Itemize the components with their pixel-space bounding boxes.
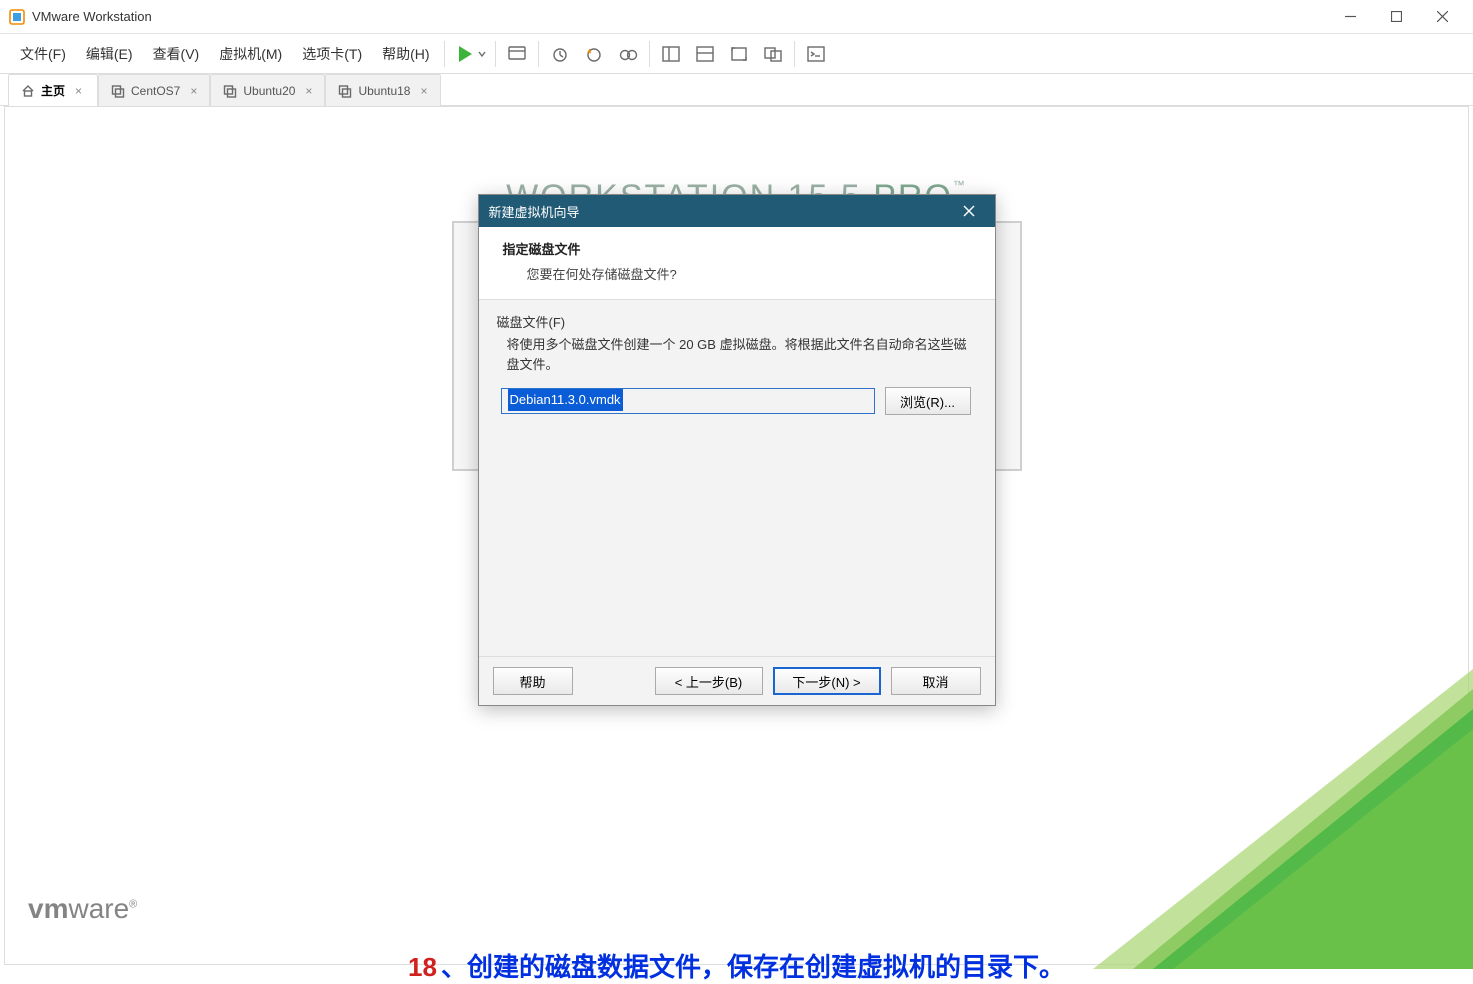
dialog-titlebar[interactable]: 新建虚拟机向导 [479, 195, 995, 227]
send-ctrl-alt-del-button[interactable] [500, 37, 534, 71]
dialog-close-button[interactable] [953, 195, 985, 227]
menu-view[interactable]: 查看(V) [143, 38, 210, 70]
tab-label: Ubuntu20 [243, 84, 295, 98]
fullscreen-button[interactable] [722, 37, 756, 71]
disk-file-input[interactable]: Debian11.3.0.vmdk [501, 388, 875, 414]
separator [444, 41, 445, 67]
app-title: VMware Workstation [32, 9, 152, 24]
new-vm-wizard-dialog: 新建虚拟机向导 指定磁盘文件 您要在何处存储磁盘文件? 磁盘文件(F) 将使用多… [478, 194, 996, 706]
window-maximize-button[interactable] [1373, 1, 1419, 33]
tab-label: Ubuntu18 [358, 84, 410, 98]
tab-label: CentOS7 [131, 84, 180, 98]
dialog-title: 新建虚拟机向导 [489, 202, 580, 221]
tab-ubuntu20[interactable]: Ubuntu20 × [210, 74, 325, 106]
dialog-heading: 指定磁盘文件 [503, 239, 977, 258]
menu-vm[interactable]: 虚拟机(M) [209, 38, 292, 70]
menubar: 文件(F) 编辑(E) 查看(V) 虚拟机(M) 选项卡(T) 帮助(H) [0, 34, 1473, 74]
snapshot-take-button[interactable] [543, 37, 577, 71]
back-button[interactable]: < 上一步(B) [655, 667, 763, 695]
snapshot-revert-button[interactable] [577, 37, 611, 71]
browse-button[interactable]: 浏览(R)... [885, 387, 971, 415]
tabbar: 主页 × CentOS7 × Ubuntu20 × Ubuntu18 × [0, 74, 1473, 106]
snapshot-manager-button[interactable] [611, 37, 645, 71]
disk-file-description: 将使用多个磁盘文件创建一个 20 GB 虚拟磁盘。将根据此文件名自动命名这些磁盘… [507, 335, 977, 375]
menu-file[interactable]: 文件(F) [10, 38, 76, 70]
step-number: 18 [408, 952, 437, 982]
next-button[interactable]: 下一步(N) > [773, 667, 881, 695]
separator [649, 41, 650, 67]
tab-close-button[interactable]: × [420, 84, 427, 98]
window-minimize-button[interactable] [1327, 1, 1373, 33]
vmware-logo: vmware® [28, 893, 137, 925]
view-console-button[interactable] [654, 37, 688, 71]
dialog-header: 指定磁盘文件 您要在何处存储磁盘文件? [479, 227, 995, 300]
window-close-button[interactable] [1419, 1, 1465, 33]
dialog-footer: 帮助 < 上一步(B) 下一步(N) > 取消 [479, 656, 995, 705]
vm-icon [338, 84, 352, 98]
dialog-subheading: 您要在何处存储磁盘文件? [527, 264, 977, 283]
vm-icon [223, 84, 237, 98]
tab-ubuntu18[interactable]: Ubuntu18 × [325, 74, 440, 106]
tab-close-button[interactable]: × [75, 84, 82, 98]
menu-help[interactable]: 帮助(H) [372, 38, 439, 70]
disk-file-value: Debian11.3.0.vmdk [508, 389, 623, 411]
tab-centos7[interactable]: CentOS7 × [98, 74, 210, 106]
terminal-button[interactable] [799, 37, 833, 71]
tab-close-button[interactable]: × [190, 84, 197, 98]
power-on-button[interactable] [449, 42, 491, 66]
menu-edit[interactable]: 编辑(E) [76, 38, 143, 70]
help-button[interactable]: 帮助 [493, 667, 573, 695]
titlebar: VMware Workstation [0, 0, 1473, 34]
home-icon [21, 84, 35, 98]
dialog-body: 磁盘文件(F) 将使用多个磁盘文件创建一个 20 GB 虚拟磁盘。将根据此文件名… [479, 300, 995, 656]
separator [538, 41, 539, 67]
separator [495, 41, 496, 67]
separator [794, 41, 795, 67]
chevron-down-icon [478, 50, 486, 58]
menu-tabs[interactable]: 选项卡(T) [292, 38, 372, 70]
view-stretch-button[interactable] [688, 37, 722, 71]
app-icon [8, 8, 26, 26]
cancel-button[interactable]: 取消 [891, 667, 981, 695]
annotation-text: 创建的磁盘数据文件，保存在创建虚拟机的目录下。 [467, 952, 1065, 982]
decorative-triangle [1053, 669, 1473, 969]
tab-home[interactable]: 主页 × [8, 74, 98, 106]
tab-close-button[interactable]: × [305, 84, 312, 98]
vm-icon [111, 84, 125, 98]
unity-button[interactable] [756, 37, 790, 71]
close-icon [963, 205, 975, 217]
tab-label: 主页 [41, 82, 65, 99]
content-area: WORKSTATION 15.5 PRO™ 新建虚拟机向导 指定磁盘文件 您要在… [0, 106, 1473, 969]
disk-file-label: 磁盘文件(F) [497, 312, 977, 331]
